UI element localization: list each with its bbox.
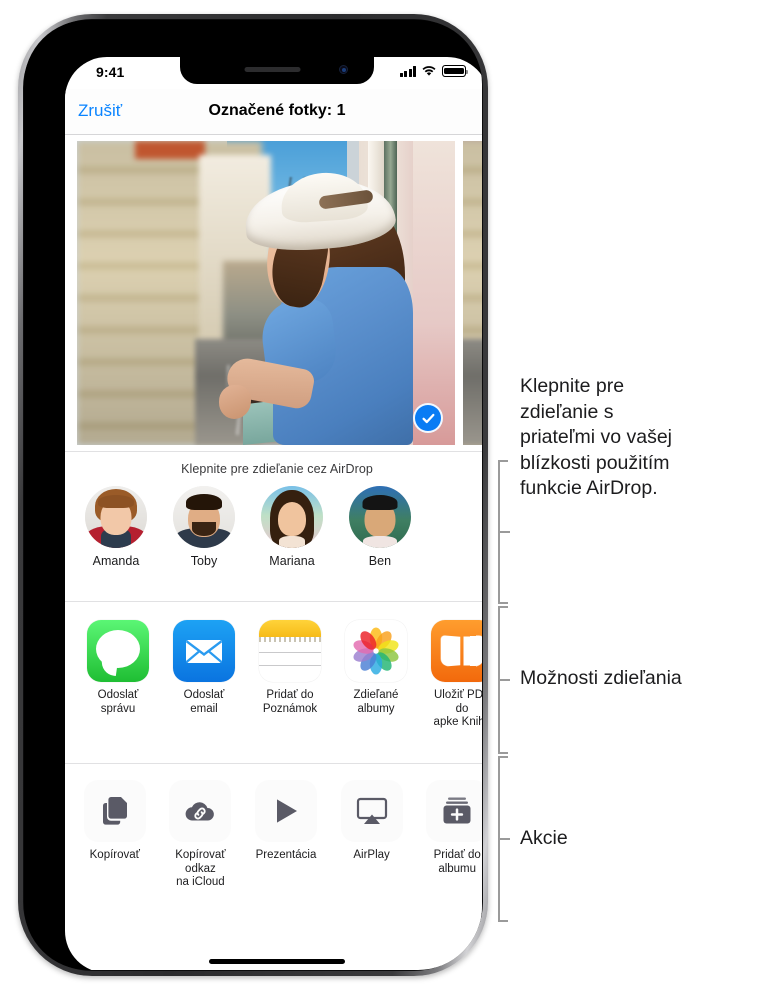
device-inner: 9:41 Zrušiť Označené fotky: 1 Klepnite p… xyxy=(24,20,482,970)
selected-photo-thumbnail[interactable] xyxy=(77,141,455,445)
share-app-label: Odoslať email xyxy=(183,689,225,715)
action-label: AirPlay xyxy=(353,849,390,861)
phone-screen: 9:41 Zrušiť Označené fotky: 1 Klepnite p… xyxy=(65,57,482,970)
mail-icon xyxy=(173,620,235,682)
action-airplay[interactable]: AirPlay xyxy=(340,780,404,890)
notch xyxy=(180,57,374,84)
action-label: Kopírovať odkaz na iCloud xyxy=(175,849,226,888)
share-apps-row: Odoslať správu Odoslať email Pridať do P… xyxy=(65,602,482,730)
add-to-album-icon xyxy=(426,780,482,842)
share-options-section: Odoslať správu Odoslať email Pridať do P… xyxy=(65,601,482,763)
avatar xyxy=(349,486,411,548)
callout-bracket-share-options xyxy=(498,606,510,754)
icloud-link-icon xyxy=(169,780,232,842)
share-app-books[interactable]: Uložiť PDF do apke Knihy xyxy=(431,620,482,730)
cellular-signal-icon xyxy=(399,65,416,77)
action-copy[interactable]: Kopírovať xyxy=(83,780,147,890)
photo-wall-pink xyxy=(413,141,455,445)
actions-section: Kopírovať Kopírovať odkaz na iCloud Prez… xyxy=(65,763,482,923)
callout-label-share-options: Možnosti zdieľania xyxy=(520,667,682,689)
action-slideshow[interactable]: Prezentácia xyxy=(254,780,318,890)
share-app-label: Zdieľané albumy xyxy=(353,689,399,715)
share-app-label: Uložiť PDF do apke Knihy xyxy=(433,689,482,728)
status-bar-indicators xyxy=(399,65,469,77)
next-photo-artwork xyxy=(463,141,482,445)
callout-label-actions: Akcie xyxy=(520,827,568,849)
callout-label-airdrop: Klepnite pre zdieľanie s priateľmi vo va… xyxy=(520,375,672,499)
photos-icon xyxy=(345,620,407,682)
airdrop-contact-amanda[interactable]: Amanda xyxy=(83,486,149,568)
callout-bracket-airdrop xyxy=(498,460,510,604)
front-camera-icon xyxy=(339,65,348,74)
action-label: Pridať do albumu xyxy=(433,849,481,875)
contact-name: Mariana xyxy=(269,554,315,568)
notes-icon xyxy=(259,620,321,682)
share-app-messages[interactable]: Odoslať správu xyxy=(87,620,149,730)
airdrop-contact-mariana[interactable]: Mariana xyxy=(259,486,325,568)
messages-icon xyxy=(87,620,149,682)
airdrop-contact-ben[interactable]: Ben xyxy=(347,486,413,568)
actions-row: Kopírovať Kopírovať odkaz na iCloud Prez… xyxy=(65,764,482,890)
airdrop-section: Klepnite pre zdieľanie cez AirDrop Amand… xyxy=(65,451,482,601)
iphone-device-frame: 9:41 Zrušiť Označené fotky: 1 Klepnite p… xyxy=(18,14,488,976)
callout-bracket-actions xyxy=(498,756,510,922)
share-app-label: Pridať do Poznámok xyxy=(262,689,318,715)
action-label: Prezentácia xyxy=(255,849,317,861)
next-photo-thumbnail[interactable] xyxy=(463,141,482,445)
airdrop-contact-toby[interactable]: Toby xyxy=(171,486,237,568)
copy-icon xyxy=(83,780,146,842)
airplay-icon xyxy=(340,780,403,842)
screenshot-root: 9:41 Zrušiť Označené fotky: 1 Klepnite p… xyxy=(0,0,769,988)
contact-name: Amanda xyxy=(92,554,140,568)
battery-full-icon xyxy=(442,65,469,77)
airdrop-hint-label: Klepnite pre zdieľanie cez AirDrop xyxy=(181,462,373,476)
page-title: Označené fotky: 1 xyxy=(208,102,346,119)
earpiece-speaker-icon xyxy=(244,67,301,72)
photo-roof xyxy=(135,141,205,159)
share-app-shared-albums[interactable]: Zdieľané albumy xyxy=(345,620,407,730)
action-add-to-album[interactable]: Pridať do albumu xyxy=(425,780,482,890)
contact-name: Ben xyxy=(368,554,392,568)
home-indicator[interactable] xyxy=(209,959,345,964)
avatar xyxy=(85,486,147,548)
action-copy-icloud-link[interactable]: Kopírovať odkaz na iCloud xyxy=(169,780,233,890)
navigation-bar: Zrušiť Označené fotky: 1 xyxy=(65,89,482,135)
airdrop-contacts-list: Amanda Toby Mariana Ben xyxy=(65,476,482,568)
action-label: Kopírovať xyxy=(89,849,140,861)
play-icon xyxy=(254,780,317,842)
share-app-label: Odoslať správu xyxy=(97,689,139,715)
share-app-mail[interactable]: Odoslať email xyxy=(173,620,235,730)
share-app-notes[interactable]: Pridať do Poznámok xyxy=(259,620,321,730)
books-icon xyxy=(431,620,482,682)
wifi-icon xyxy=(422,66,436,76)
photo-artwork xyxy=(77,141,455,445)
contact-name: Toby xyxy=(190,554,218,568)
avatar xyxy=(173,486,235,548)
avatar xyxy=(261,486,323,548)
selected-photos-strip xyxy=(65,135,482,451)
status-bar-time: 9:41 xyxy=(96,64,125,80)
checkmark-circle-icon[interactable] xyxy=(413,403,443,433)
